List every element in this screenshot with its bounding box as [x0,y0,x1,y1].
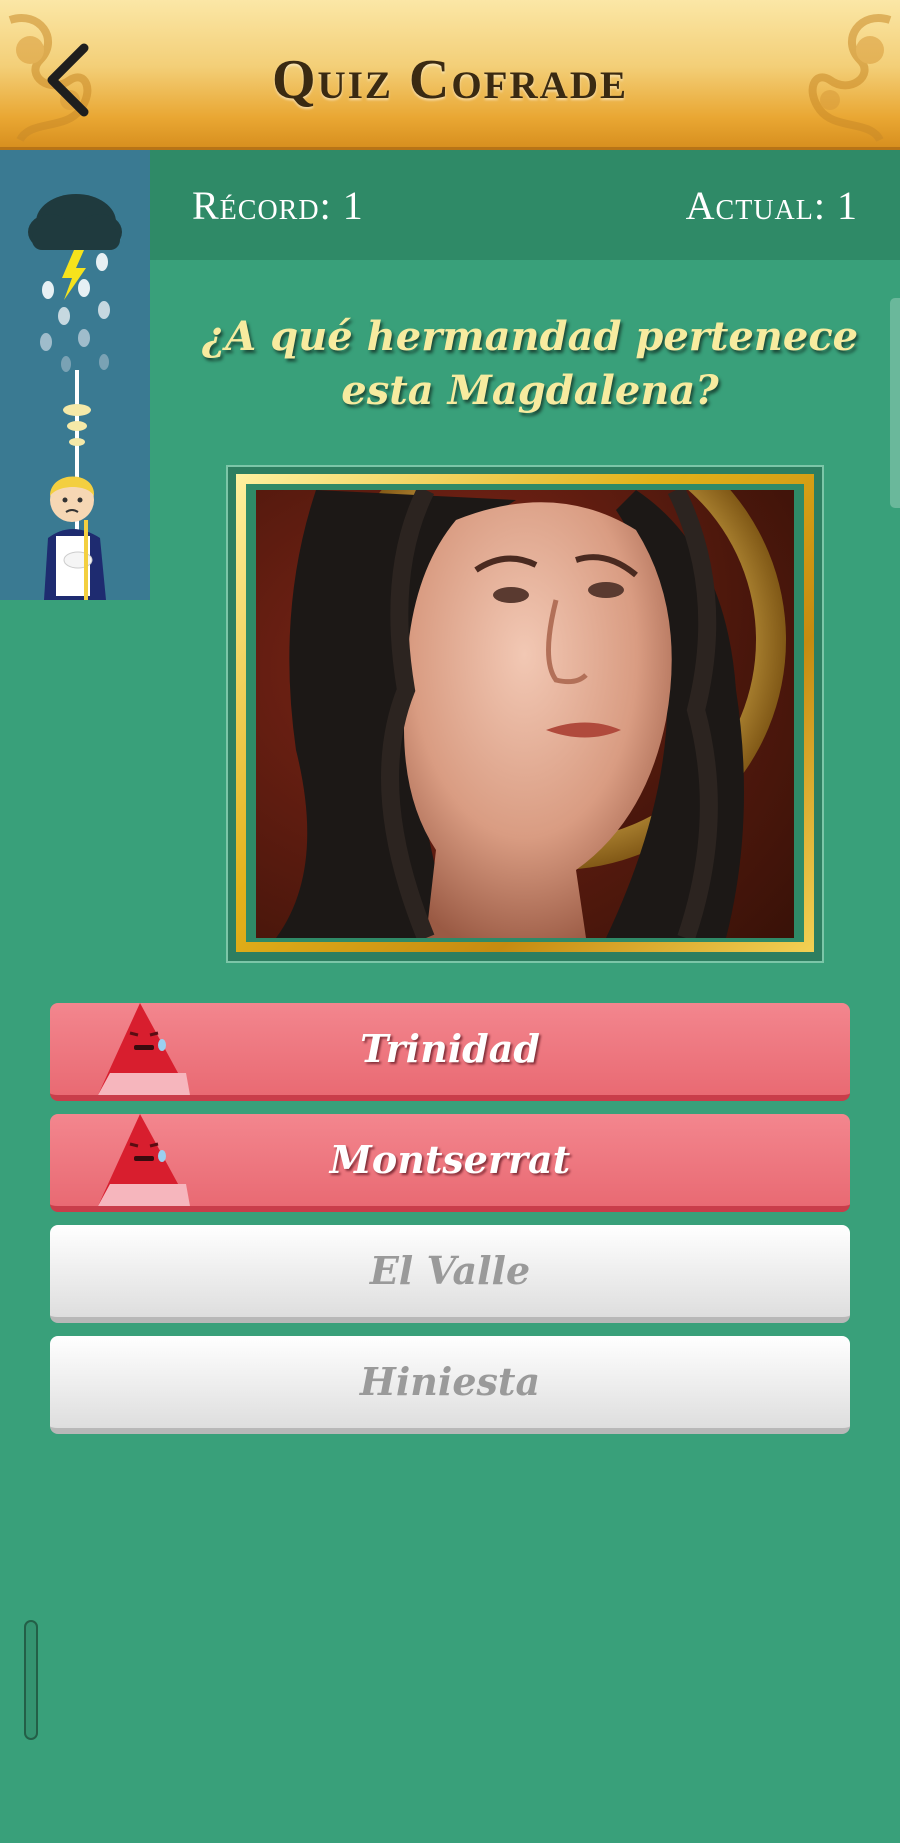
answer-button-3[interactable]: El Valle [50,1225,850,1323]
side-panel [0,150,150,600]
answer-button-4[interactable]: Hiniesta [50,1336,850,1434]
scroll-handle-left[interactable] [24,1620,38,1740]
record-score: Récord: 1 [192,183,364,228]
answer-button-1[interactable]: Trinidad [50,1003,850,1101]
app-header: Quiz Cofrade [0,0,900,150]
page-title: Quiz Cofrade [271,49,629,111]
current-score: Actual: 1 [685,183,858,228]
magdalena-photo [256,490,794,938]
answer-label-1: Trinidad [360,1026,540,1071]
question-text: ¿A qué hermandad pertenece esta Magdalen… [201,313,859,414]
score-bar: Récord: 1 Actual: 1 [150,150,900,260]
answer-label-4: Hiniesta [359,1359,541,1404]
answer-label-3: El Valle [369,1248,531,1293]
sad-nazareno-icon [98,1003,190,1095]
cirial-boy-icon [44,370,106,600]
sad-nazareno-icon [98,1114,190,1206]
scrollbar-right[interactable] [890,298,900,508]
storm-cloud-icon [28,194,122,372]
answer-button-2[interactable]: Montserrat [50,1114,850,1212]
answer-label-2: Montserrat [329,1137,571,1182]
